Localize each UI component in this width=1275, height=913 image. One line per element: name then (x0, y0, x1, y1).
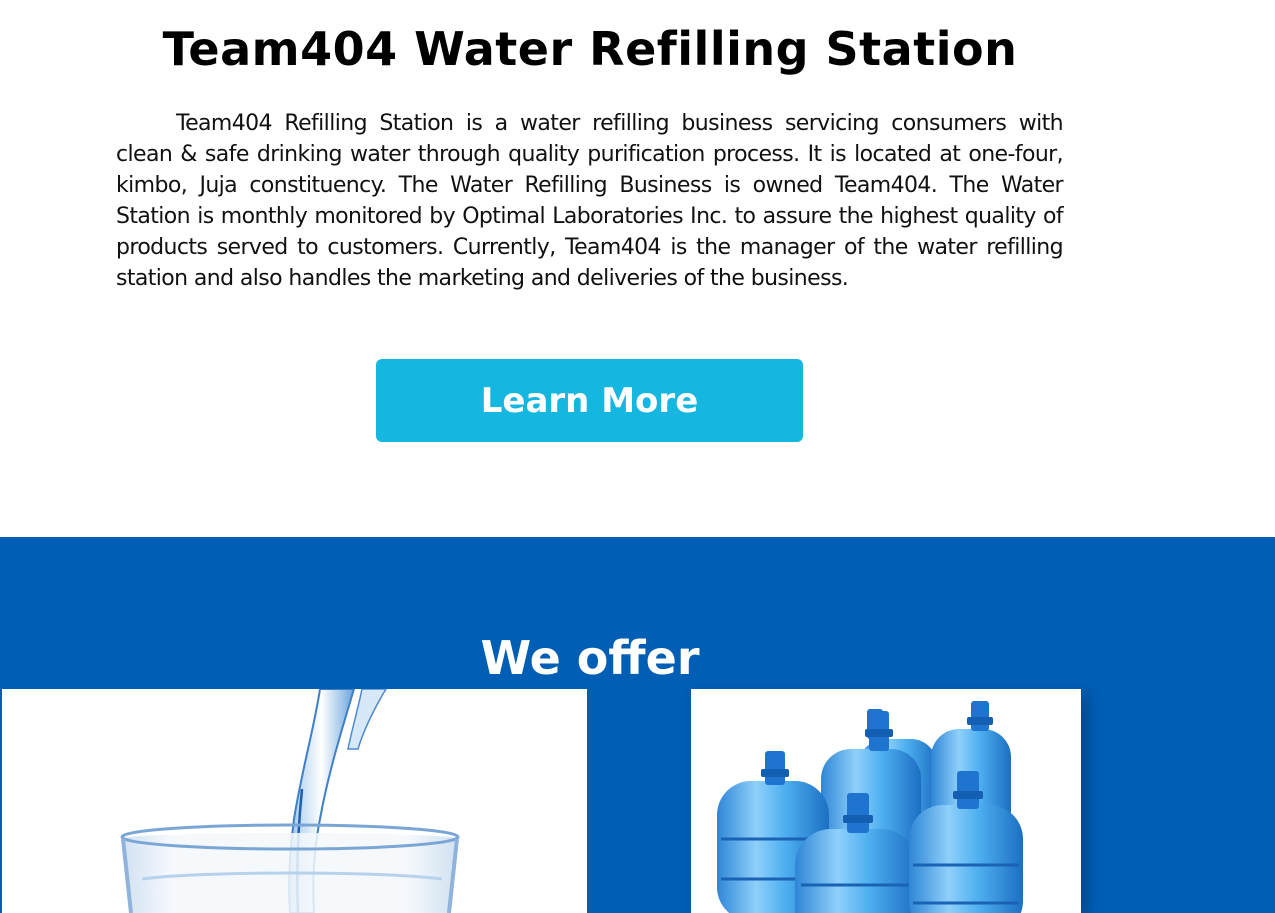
offer-heading: We offer (480, 631, 700, 685)
water-gallon-bottles-image (691, 689, 1081, 913)
page-title: Team404 Water Refilling Station (162, 22, 1018, 76)
water-bottles-card[interactable] (691, 689, 1081, 913)
water-pouring-card[interactable] (2, 689, 587, 913)
learn-more-button[interactable]: Learn More (376, 359, 803, 442)
water-pouring-glass-image (2, 689, 587, 913)
intro-paragraph: Team404 Refilling Station is a water ref… (116, 111, 1064, 291)
page: Team404 Water Refilling Station Team404 … (0, 0, 1275, 913)
